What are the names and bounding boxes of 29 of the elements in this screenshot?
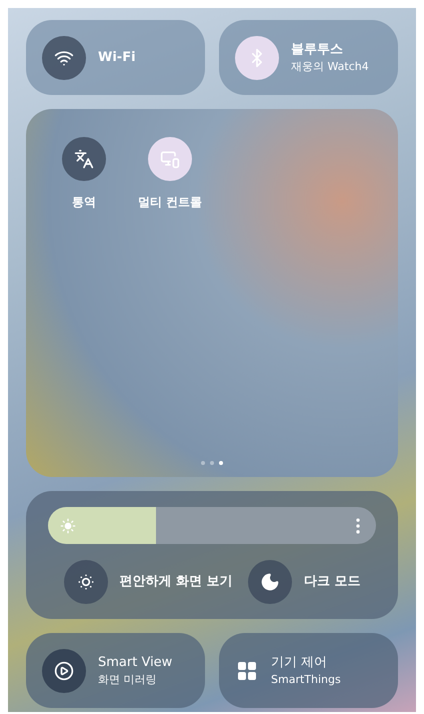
toggle-button[interactable] bbox=[148, 137, 192, 181]
toggle-label: 멀티 컨트롤 bbox=[138, 194, 202, 211]
toggle-button[interactable] bbox=[235, 36, 279, 80]
tile-title: Smart View bbox=[98, 654, 172, 672]
tile-subtitle: 재웅의 Watch4 bbox=[291, 59, 369, 75]
brightness-slider[interactable] bbox=[48, 507, 376, 544]
moon-icon bbox=[260, 572, 280, 592]
toggle-label: 편안하게 화면 보기 bbox=[120, 573, 233, 592]
toggle-button[interactable] bbox=[42, 36, 86, 80]
toggle-label: 다크 모드 bbox=[304, 573, 360, 592]
quick-tile[interactable]: 기기 제어 SmartThings bbox=[219, 633, 398, 708]
devices-icon bbox=[160, 149, 180, 169]
tile-subtitle: 화면 미러링 bbox=[98, 672, 158, 688]
quick-tile[interactable]: 블루투스 재웅의 Watch4 bbox=[219, 20, 398, 95]
tile-subtitle: SmartThings bbox=[271, 672, 341, 688]
sun-icon bbox=[76, 572, 96, 592]
translate-icon bbox=[74, 149, 94, 169]
tile-title: 기기 제어 bbox=[271, 654, 328, 672]
grid-icon bbox=[238, 662, 256, 680]
toggle-button[interactable] bbox=[62, 137, 106, 181]
sun-icon bbox=[60, 518, 76, 534]
tile-title: Wi-Fi bbox=[98, 48, 136, 67]
toggle-button[interactable] bbox=[248, 560, 292, 604]
quick-tile[interactable]: Smart View 화면 미러링 bbox=[26, 633, 205, 708]
toggle-label: 통역 bbox=[72, 194, 96, 211]
toggle-button[interactable] bbox=[64, 560, 108, 604]
play-circle-icon bbox=[54, 660, 74, 680]
tile-title: 블루투스 bbox=[291, 40, 344, 58]
quick-tile[interactable]: Wi-Fi bbox=[26, 20, 205, 95]
